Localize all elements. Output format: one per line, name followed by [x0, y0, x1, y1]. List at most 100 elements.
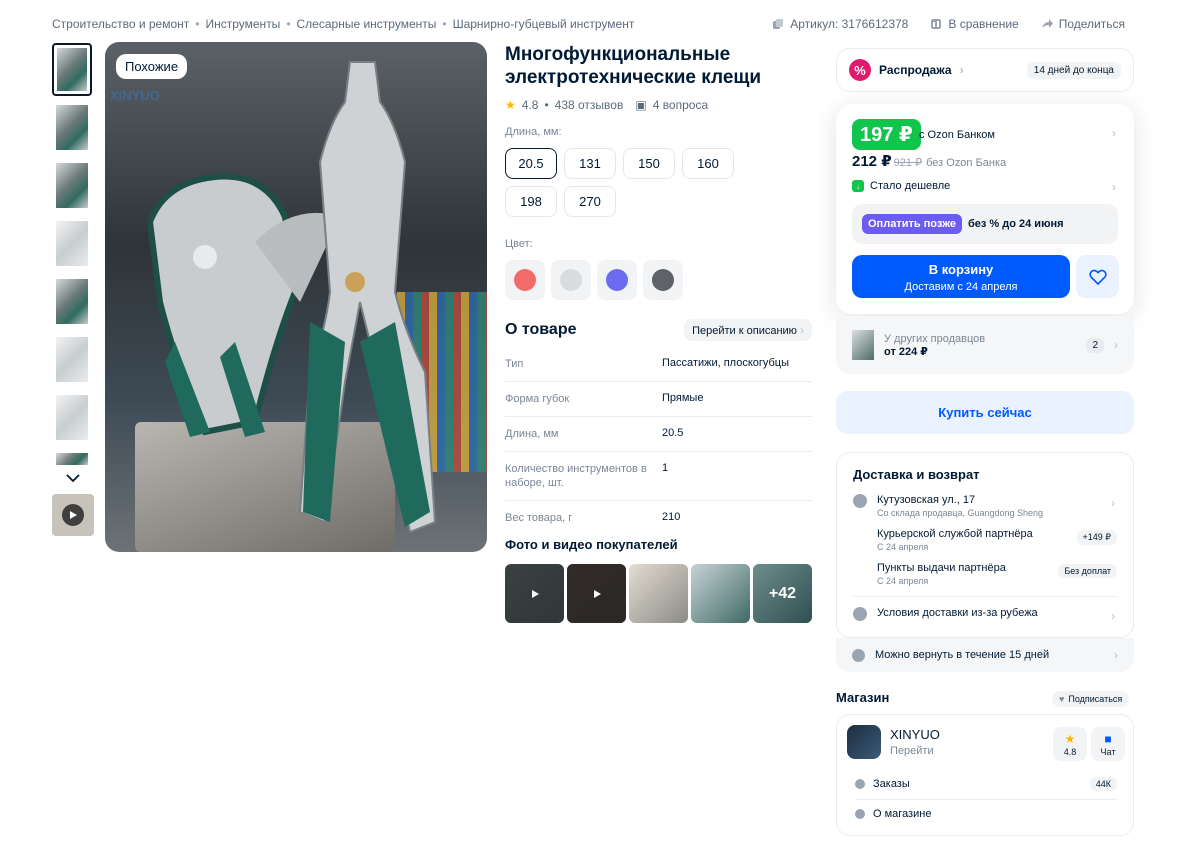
goto-description-label: Перейти к описанию — [692, 325, 797, 337]
thumbnail-image — [56, 395, 88, 440]
favorite-button[interactable] — [1076, 255, 1119, 298]
length-option[interactable]: 160 — [682, 148, 734, 179]
chevron-down-icon[interactable] — [52, 472, 94, 490]
breadcrumb: Строительство и ремонт • Инструменты • Сле… — [52, 17, 634, 31]
product-main-image[interactable] — [105, 42, 487, 552]
length-option[interactable]: 198 — [505, 186, 557, 217]
orders-icon — [855, 779, 865, 789]
breadcrumb-separator: • — [286, 17, 291, 31]
delivery-abroad[interactable]: Условия доставки из-за рубежа › — [853, 596, 1117, 623]
chevron-right-icon: › — [959, 63, 964, 77]
breadcrumb-item[interactable]: Шарнирно-губцевый инструмент — [453, 17, 635, 31]
color-swatch — [514, 269, 536, 291]
heart-icon: ♥ — [1059, 694, 1065, 704]
ugc-photo-thumb[interactable] — [691, 564, 750, 623]
product-title: Многофункциональные электротехнические к… — [505, 44, 762, 88]
delivery-address-text: Кутузовская ул., 17 Со склада продавца, G… — [877, 494, 1043, 518]
delivery-pickup[interactable]: Пункты выдачи партнёра С 24 апреля Без доп… — [853, 562, 1117, 586]
about-shop[interactable]: О магазине — [855, 808, 1117, 820]
thumbnail[interactable] — [52, 43, 92, 96]
other-sellers[interactable]: У других продавцов от 224 ₽ 2 › — [836, 316, 1134, 374]
sale-banner[interactable]: % Распродажа › 14 дней до конца — [836, 48, 1134, 92]
ugc-photo-thumb[interactable] — [629, 564, 688, 623]
buy-now-button[interactable]: Купить сейчас — [836, 391, 1134, 434]
thumbnail[interactable] — [52, 217, 92, 270]
play-icon — [567, 564, 626, 623]
questions-link[interactable]: 4 вопроса — [653, 98, 708, 112]
shop-orders[interactable]: Заказы 44К — [855, 777, 1117, 791]
shop-logo[interactable] — [847, 725, 881, 759]
chevron-right-icon: › — [1111, 609, 1115, 623]
reviews-link[interactable]: 438 отзывов — [555, 98, 624, 112]
breadcrumb-item[interactable]: Строительство и ремонт — [52, 17, 189, 31]
ugc-video-thumb[interactable] — [567, 564, 626, 623]
heart-icon — [1088, 269, 1107, 285]
breadcrumb-separator: • — [195, 17, 200, 31]
ugc-more-thumb[interactable]: +42 — [753, 564, 812, 623]
return-icon — [852, 648, 865, 662]
return-label: Можно вернуть в течение 15 дней — [875, 649, 1050, 661]
play-glyph — [531, 589, 539, 598]
chevron-right-icon: › — [800, 323, 804, 337]
ugc-video-thumb[interactable] — [505, 564, 564, 623]
info-icon — [853, 607, 867, 621]
ugc-title: Фото и видео покупателей — [505, 537, 678, 552]
delivery-address-sub: Со склада продавца, Guangdong Sheng — [877, 508, 1044, 518]
delivery-courier[interactable]: Курьерской службой партнёра С 24 апреля +1… — [853, 528, 1117, 552]
article-number[interactable]: Артикул: 3176612378 — [772, 17, 908, 31]
color-option[interactable] — [551, 260, 591, 300]
pay-later-button[interactable]: Оплатить позже — [862, 214, 962, 234]
breadcrumb-item[interactable]: Слесарные инструменты — [297, 17, 437, 31]
subscribe-button[interactable]: ♥ Подписаться — [1052, 691, 1130, 707]
color-option[interactable] — [597, 260, 637, 300]
share-button[interactable]: Поделиться — [1041, 17, 1125, 31]
pay-later-row[interactable]: Оплатить позже без % до 24 июня — [852, 204, 1118, 244]
arrow-down-icon: ↓ — [852, 180, 864, 192]
color-option[interactable] — [505, 260, 545, 300]
thumbnail[interactable] — [52, 275, 92, 328]
delivery-courier-price: +149 ₽ — [1076, 530, 1117, 545]
shop-rating-badge[interactable]: ★ 4.8 — [1053, 727, 1087, 761]
chevron-right-icon[interactable]: › — [1112, 180, 1116, 194]
similar-button[interactable]: Похожие — [116, 54, 188, 79]
spec-row: Количество инструментов в наборе, шт. 1 — [505, 452, 812, 501]
goto-description-link[interactable]: Перейти к описанию › — [684, 319, 812, 341]
shop-name[interactable]: XINYUO — [890, 727, 940, 742]
return-policy[interactable]: Можно вернуть в течение 15 дней › — [836, 638, 1134, 672]
compare-button[interactable]: В сравнение — [930, 17, 1019, 31]
thumbnail-list — [52, 43, 94, 536]
length-option[interactable]: 131 — [564, 148, 616, 179]
play-icon — [62, 504, 84, 526]
chat-button[interactable]: ■ Чат — [1091, 727, 1125, 761]
thumbnail[interactable] — [52, 333, 92, 386]
length-option[interactable]: 20.5 — [505, 148, 557, 179]
spec-row: Длина, мм 20.5 — [505, 417, 812, 452]
play-glyph — [70, 511, 77, 519]
add-to-cart-button[interactable]: В корзину Доставим с 24 апреля — [852, 255, 1070, 298]
thumbnail[interactable] — [52, 391, 92, 444]
delivery-address[interactable]: Кутузовская ул., 17 Со склада продавца, G… — [853, 494, 1117, 518]
length-option[interactable]: 150 — [623, 148, 675, 179]
video-thumbnail[interactable] — [52, 494, 94, 536]
shop-go-link[interactable]: Перейти — [890, 745, 934, 757]
orders-count: 44К — [1089, 777, 1117, 791]
color-option[interactable] — [643, 260, 683, 300]
spec-key: Форма губок — [505, 393, 570, 405]
chevron-right-icon[interactable]: › — [1112, 126, 1116, 140]
spec-row: Вес товара, г 210 — [505, 501, 812, 535]
shop-title: Магазин — [836, 690, 890, 705]
spec-key: Длина, мм — [505, 428, 559, 440]
thumbnail[interactable] — [52, 101, 92, 154]
delivery-pickup-label: Пункты выдачи партнёра — [877, 562, 1006, 574]
breadcrumb-item[interactable]: Инструменты — [205, 17, 280, 31]
ugc-more-count: +42 — [768, 584, 797, 602]
spec-key: Тип — [505, 358, 524, 370]
thumbnail-image — [56, 163, 88, 208]
length-option[interactable]: 270 — [564, 186, 616, 217]
chevron-right-icon: › — [1114, 338, 1118, 352]
thumbnail[interactable] — [52, 159, 92, 212]
price-drop-row[interactable]: ↓ Стало дешевле — [852, 180, 950, 192]
rating-separator: • — [544, 98, 549, 112]
share-icon — [1041, 19, 1053, 28]
thumbnail[interactable] — [52, 449, 92, 469]
